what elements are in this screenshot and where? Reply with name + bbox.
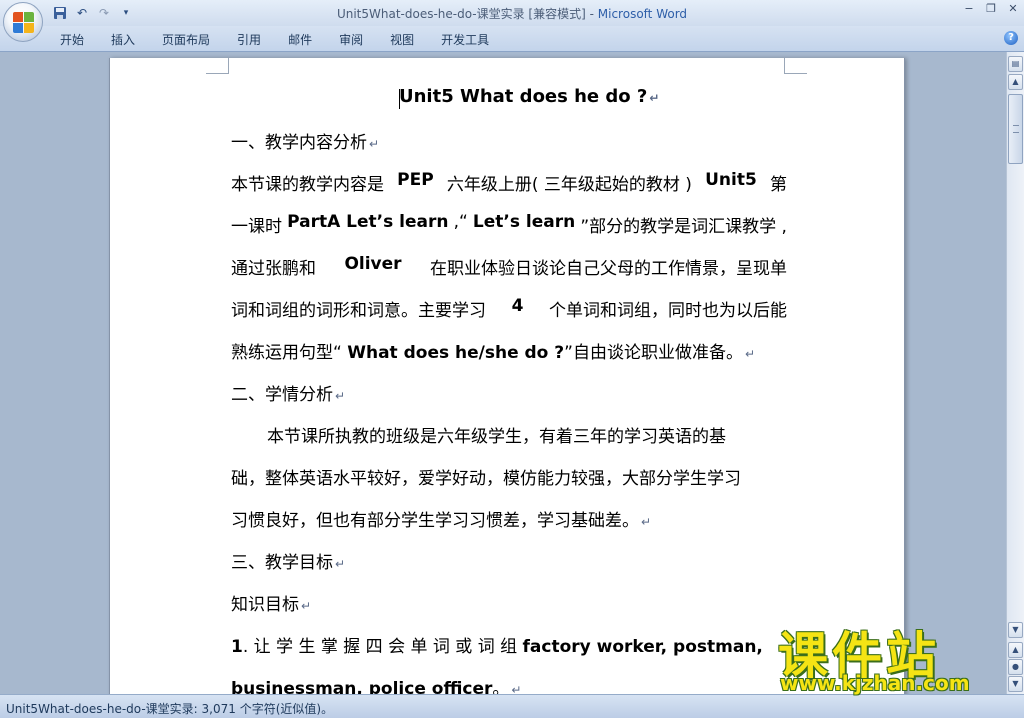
- margin-corner-left: [206, 58, 229, 74]
- paragraph-line: 一课时 PartA Let’s learn ,“ Let’s learn ”部分的教…: [231, 212, 787, 237]
- tab-developer[interactable]: 开发工具: [441, 31, 489, 48]
- title-bar: ↶ ↷ ▾ Unit5What-does-he-do-课堂实录 [兼容模式] -…: [0, 0, 1024, 26]
- browse-object-icon[interactable]: ●: [1008, 659, 1023, 675]
- close-button[interactable]: ✕: [1006, 2, 1020, 16]
- window-title: Unit5What-does-he-do-课堂实录 [兼容模式] - Micro…: [0, 5, 1024, 22]
- tab-page-layout[interactable]: 页面布局: [162, 31, 210, 48]
- window-controls: − ❐ ✕: [962, 2, 1020, 16]
- paragraph-line: 本节课的教学内容是 PEP 六年级上册( 三年级起始的教材 ) Unit5 第: [231, 170, 787, 195]
- previous-page-icon[interactable]: ▲: [1008, 642, 1023, 658]
- help-icon[interactable]: ?: [1004, 31, 1018, 45]
- tab-references[interactable]: 引用: [237, 31, 261, 48]
- paragraph-line: 本节课所执教的班级是六年级学生，有着三年的学习英语的基: [267, 427, 726, 447]
- tab-insert[interactable]: 插入: [111, 31, 135, 48]
- section-heading-teaching-goals: 三、教学目标 ↵: [231, 553, 346, 573]
- subheading-knowledge-goals: 知识目标 ↵: [231, 595, 312, 615]
- word-count-status[interactable]: Unit5What-does-he-do-课堂实录: 3,071 个字符(近似值…: [6, 700, 333, 717]
- vertical-scrollbar[interactable]: ▤ ▲ ▼ ▲ ● ▼: [1006, 52, 1024, 694]
- status-bar: Unit5What-does-he-do-课堂实录: 3,071 个字符(近似值…: [0, 694, 1024, 718]
- paragraph-line: 通过张鹏和 Oliver 在职业体验日谈论自己父母的工作情景，呈现单: [231, 254, 787, 279]
- office-button[interactable]: [3, 2, 43, 42]
- app-name: Microsoft Word: [597, 7, 688, 21]
- restore-button[interactable]: ❐: [984, 2, 998, 16]
- tab-home[interactable]: 开始: [60, 31, 84, 48]
- scroll-thumb[interactable]: [1008, 94, 1023, 164]
- document-page[interactable]: Unit5 What does he do ? ↵ 一、教学内容分析 ↵ 本节课的教…: [109, 58, 905, 694]
- tab-mailings[interactable]: 邮件: [288, 31, 312, 48]
- scroll-down-icon[interactable]: ▼: [1008, 622, 1023, 638]
- tab-view[interactable]: 视图: [390, 31, 414, 48]
- section-heading-content-analysis: 一、教学内容分析 ↵: [231, 133, 380, 153]
- document-heading: Unit5 What does he do ? ↵: [399, 86, 660, 107]
- office-logo-icon: [13, 12, 34, 33]
- minimize-button[interactable]: −: [962, 2, 976, 16]
- paragraph-line: 1. 让 学 生 掌 握 四 会 单 词 或 词 组 factory worke…: [231, 637, 763, 657]
- paragraph-line: 词和词组的词形和词意。主要学习 4 个单词和词组，同时也为以后能: [231, 296, 787, 321]
- ribbon-tab-bar: 开始 插入 页面布局 引用 邮件 审阅 视图 开发工具 ?: [0, 26, 1024, 52]
- next-page-icon[interactable]: ▼: [1008, 676, 1023, 692]
- paragraph-line: 熟练运用句型“ What does he/she do ?”自由谈论职业做准备。…: [231, 343, 756, 363]
- section-heading-student-analysis: 二、学情分析 ↵: [231, 385, 346, 405]
- ruler-toggle-icon[interactable]: ▤: [1008, 56, 1023, 72]
- ribbon-tabs: 开始 插入 页面布局 引用 邮件 审阅 视图 开发工具: [60, 31, 516, 48]
- paragraph-line: 础，整体英语水平较好，爱学好动，模仿能力较强，大部分学生学习: [231, 469, 741, 489]
- paragraph-line: 习惯良好，但也有部分学生学习习惯差，学习基础差。 ↵: [231, 511, 652, 531]
- grip-icon: [1013, 125, 1019, 133]
- scroll-up-icon[interactable]: ▲: [1008, 74, 1023, 90]
- tab-review[interactable]: 审阅: [339, 31, 363, 48]
- paragraph-line: businessman, police officer。 ↵: [231, 679, 522, 694]
- document-area: Unit5 What does he do ? ↵ 一、教学内容分析 ↵ 本节课的教…: [0, 52, 1006, 694]
- margin-corner-right: [784, 58, 807, 74]
- document-title: Unit5What-does-he-do-课堂实录 [兼容模式] -: [336, 7, 598, 21]
